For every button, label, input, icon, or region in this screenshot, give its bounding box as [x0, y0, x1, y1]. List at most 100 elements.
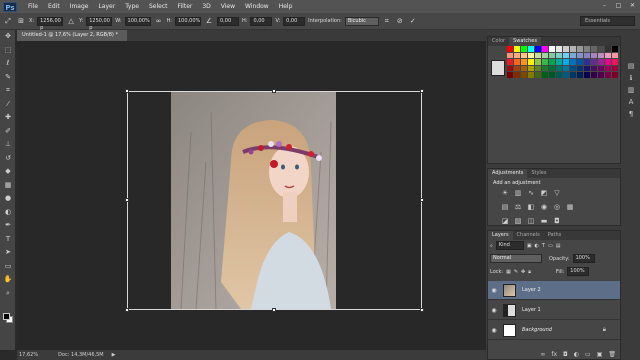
swatch[interactable] — [528, 52, 534, 58]
posterize-icon[interactable]: ▨ — [513, 216, 523, 226]
fill-field[interactable]: 100% — [567, 267, 590, 276]
layer-row[interactable]: ◉ Layer 1 — [488, 301, 620, 320]
swatch[interactable] — [591, 72, 597, 78]
swatch[interactable] — [514, 65, 520, 71]
eye-icon[interactable]: ◉ — [488, 287, 500, 294]
swatch[interactable] — [612, 72, 618, 78]
quick-select-icon[interactable]: ✎ — [0, 71, 16, 85]
color-lookup-icon[interactable]: ▦ — [565, 202, 575, 212]
zoom-level[interactable]: 17,62% — [19, 352, 38, 358]
shape-icon[interactable]: ▭ — [0, 260, 16, 274]
crop-icon[interactable]: ⌗ — [0, 84, 16, 98]
exposure-icon[interactable]: ◩ — [539, 188, 549, 198]
swatch[interactable] — [612, 65, 618, 71]
menu-file[interactable]: File — [23, 0, 43, 13]
swatch[interactable] — [528, 46, 534, 52]
character-icon[interactable]: A — [624, 96, 638, 108]
swatch[interactable] — [605, 52, 611, 58]
type-icon[interactable]: T — [0, 233, 16, 247]
swatch[interactable] — [563, 72, 569, 78]
menu-window[interactable]: Window — [240, 0, 274, 13]
threshold-icon[interactable]: ◫ — [526, 216, 536, 226]
swatch[interactable] — [528, 65, 534, 71]
blend-mode-select[interactable]: Normal — [490, 254, 542, 263]
swatch[interactable] — [598, 59, 604, 65]
menu-select[interactable]: Select — [144, 0, 173, 13]
filter-adjust-icon[interactable]: ◐ — [535, 243, 539, 249]
eye-icon[interactable]: ◉ — [488, 327, 500, 334]
swatch[interactable] — [570, 72, 576, 78]
document-tab[interactable]: Untitled-1 @ 17,6% (Layer 2, RGB/8) * ✕ — [17, 30, 127, 49]
swatch[interactable] — [584, 52, 590, 58]
swatch[interactable] — [521, 59, 527, 65]
tab-layers[interactable]: Layers — [488, 231, 513, 240]
vibrance-icon[interactable]: ▽ — [552, 188, 562, 198]
transform-tool-icon[interactable]: ⤢ — [3, 16, 13, 26]
swatch[interactable] — [577, 72, 583, 78]
swatch[interactable] — [549, 72, 555, 78]
swatch[interactable] — [535, 72, 541, 78]
swatch[interactable] — [542, 46, 548, 52]
swatch[interactable] — [535, 46, 541, 52]
invert-icon[interactable]: ◪ — [500, 216, 510, 226]
swatch[interactable] — [521, 65, 527, 71]
swatch[interactable] — [577, 59, 583, 65]
brightness-icon[interactable]: ☀ — [500, 188, 510, 198]
tab-channels[interactable]: Channels — [513, 231, 544, 240]
swatch[interactable] — [577, 46, 583, 52]
lasso-icon[interactable]: ℓ — [0, 57, 16, 71]
history-brush-icon[interactable]: ↺ — [0, 152, 16, 166]
fx-icon[interactable]: fx — [551, 351, 557, 358]
swatch[interactable] — [591, 59, 597, 65]
swatch[interactable] — [535, 52, 541, 58]
tab-styles[interactable]: Styles — [527, 169, 550, 178]
history-icon[interactable]: ▤ — [624, 60, 638, 72]
swatch[interactable] — [612, 59, 618, 65]
tab-paths[interactable]: Paths — [544, 231, 566, 240]
swatch[interactable] — [612, 46, 618, 52]
black-white-icon[interactable]: ◧ — [526, 202, 536, 212]
swatch[interactable] — [528, 72, 534, 78]
info-icon[interactable]: ℹ — [624, 72, 638, 84]
canvas-area[interactable] — [17, 41, 486, 349]
color-swatches[interactable] — [3, 313, 13, 323]
swatch[interactable] — [563, 65, 569, 71]
commit-transform-icon[interactable]: ✓ — [408, 16, 418, 26]
menu-filter[interactable]: Filter — [173, 0, 198, 13]
pen-icon[interactable]: ✒ — [0, 219, 16, 233]
eye-icon[interactable]: ◉ — [488, 307, 500, 314]
swatch[interactable] — [507, 65, 513, 71]
zoom-icon[interactable]: ⌕ — [0, 287, 16, 301]
swatch[interactable] — [563, 59, 569, 65]
foreground-color[interactable] — [3, 313, 10, 320]
handle-middle-left[interactable] — [125, 198, 129, 202]
handle-middle-right[interactable] — [420, 198, 424, 202]
hskew-field[interactable]: 0,00 — [250, 16, 273, 26]
swatch[interactable] — [535, 59, 541, 65]
x-field[interactable]: 1256,00 p — [37, 16, 64, 31]
swatch[interactable] — [591, 65, 597, 71]
menu-type[interactable]: Type — [120, 0, 144, 13]
eyedropper-icon[interactable]: ⁄ — [0, 98, 16, 112]
lock-paint-icon[interactable]: ✎ — [514, 269, 518, 275]
levels-icon[interactable]: ▥ — [513, 188, 523, 198]
swatch[interactable] — [605, 59, 611, 65]
marquee-icon[interactable]: ⬚ — [0, 44, 16, 58]
link-icon[interactable]: ∞ — [154, 16, 164, 26]
menu-layer[interactable]: Layer — [93, 0, 120, 13]
opacity-field[interactable]: 100% — [572, 254, 595, 263]
link-layers-icon[interactable]: ∞ — [540, 351, 545, 358]
workspace-select[interactable]: Essentials — [580, 16, 635, 26]
swatch[interactable] — [605, 72, 611, 78]
transform-bounding-box[interactable] — [125, 89, 424, 312]
swatch[interactable] — [584, 59, 590, 65]
swatch[interactable] — [556, 59, 562, 65]
filter-pixel-icon[interactable]: ▣ — [527, 243, 532, 249]
swatch[interactable] — [521, 72, 527, 78]
swatch[interactable] — [584, 65, 590, 71]
handle-top-right[interactable] — [420, 89, 424, 93]
new-layer-icon[interactable]: ▣ — [597, 351, 603, 358]
selective-color-icon[interactable]: ◘ — [552, 216, 562, 226]
swatch[interactable] — [605, 65, 611, 71]
swatch[interactable] — [605, 46, 611, 52]
